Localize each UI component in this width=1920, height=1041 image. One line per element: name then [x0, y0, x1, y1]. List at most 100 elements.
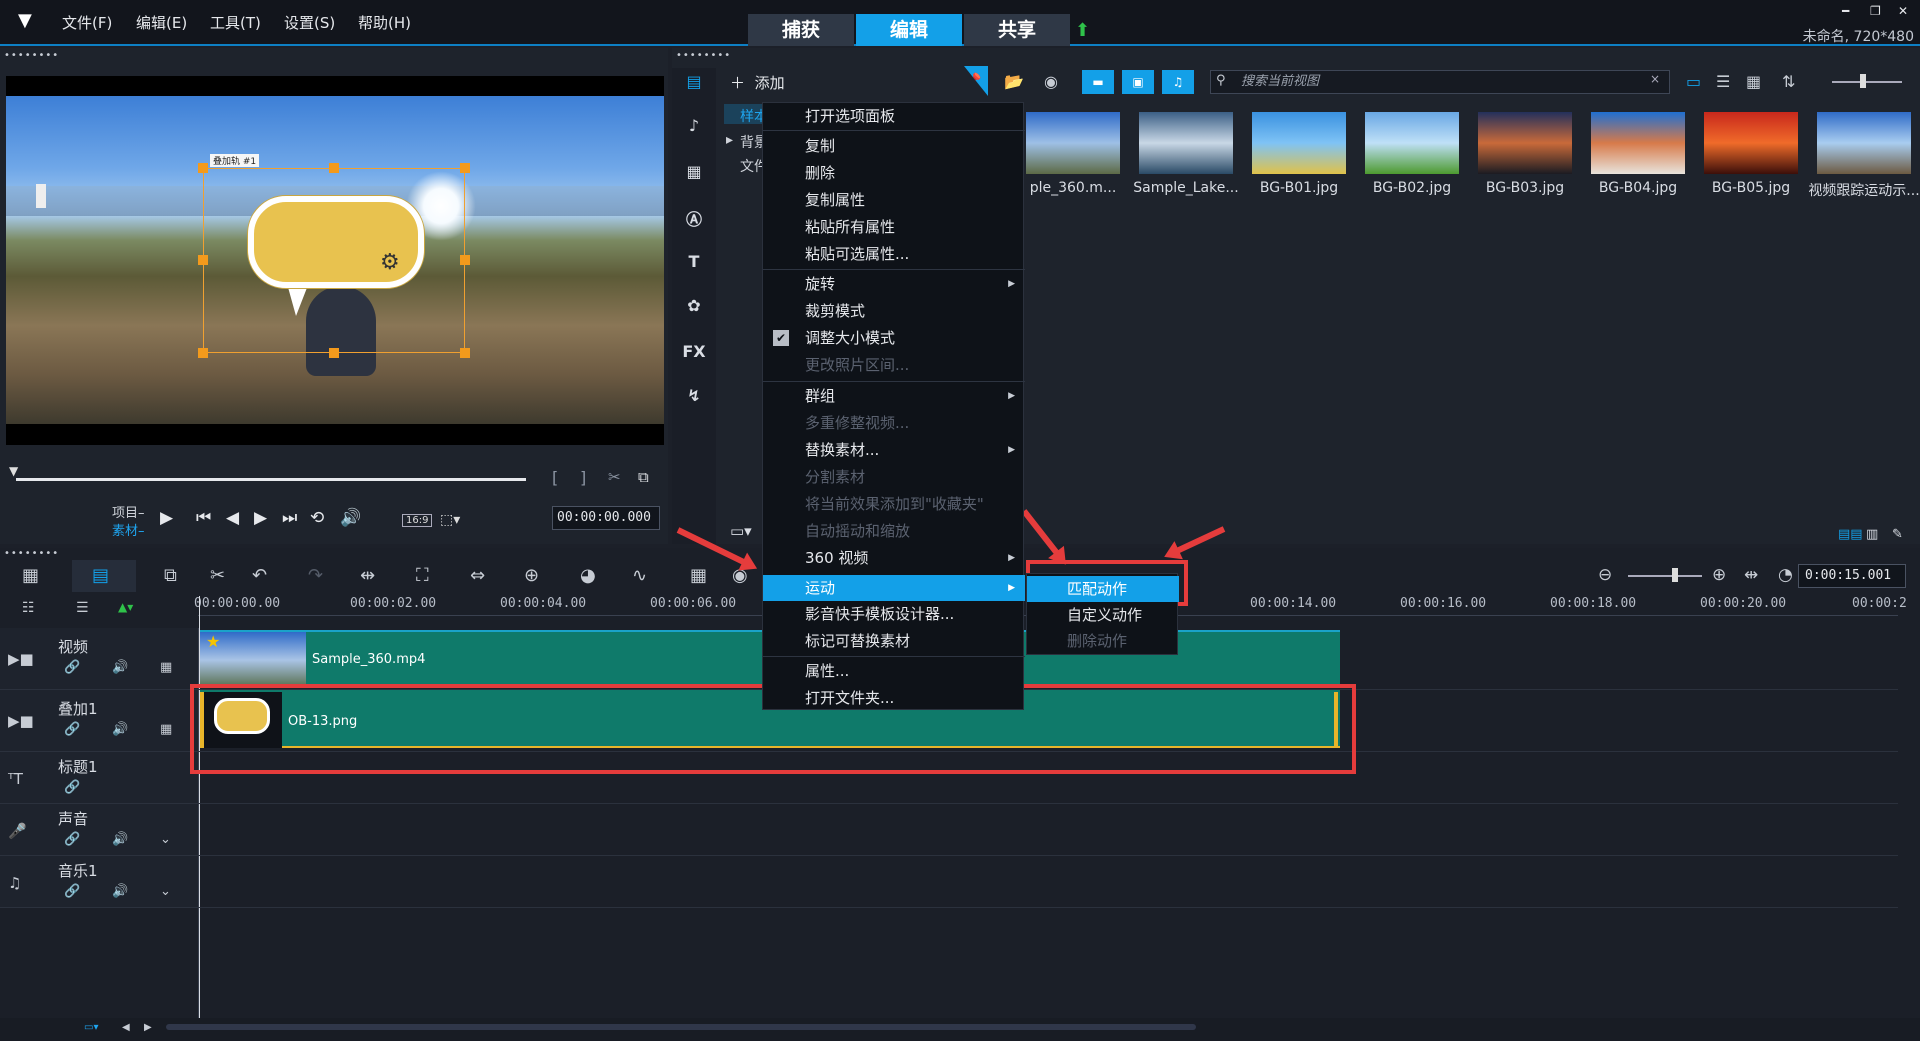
close-icon[interactable]: ✕	[1898, 4, 1908, 18]
timeline-zoom-slider[interactable]	[1628, 575, 1702, 577]
copy-icon[interactable]: ⧉	[164, 565, 177, 586]
menu-split-clip[interactable]: 分割素材	[763, 466, 1025, 488]
expand-icon[interactable]: ⌄	[160, 832, 171, 847]
menu-tools[interactable]: 工具(T)	[210, 12, 261, 33]
clip-mode-label[interactable]: 素材–	[112, 520, 145, 539]
mute-icon[interactable]: 🔊	[112, 884, 128, 899]
show-audio-toggle[interactable]: ♫	[1162, 70, 1194, 94]
timeline-timecode[interactable]: 0:00:15.001	[1798, 564, 1906, 588]
restore-icon[interactable]: ❐	[1870, 4, 1881, 18]
menu-delete[interactable]: 删除	[763, 162, 1025, 184]
go-end-icon[interactable]: ⏭	[282, 508, 297, 528]
mark-out-icon[interactable]: ]	[580, 468, 586, 487]
panel-grip-icon[interactable]: ••••••••	[676, 50, 731, 61]
title-icon[interactable]: T	[680, 252, 708, 271]
chapter-icon[interactable]: ☰	[76, 600, 89, 616]
menu-edit[interactable]: 编辑(E)	[136, 12, 187, 33]
prev-frame-icon[interactable]: ◀	[226, 508, 239, 528]
menu-properties[interactable]: 属性...	[763, 660, 1025, 682]
menu-rotate[interactable]: 旋转	[763, 273, 1025, 295]
mute-icon[interactable]: 🔊	[112, 660, 128, 675]
menu-auto-pan-zoom[interactable]: 自动摇动和缩放	[763, 520, 1025, 542]
fit-project-icon[interactable]: ⇹	[1744, 565, 1758, 585]
split-screen-icon[interactable]: ⇔	[470, 565, 485, 586]
menu-multi-trim[interactable]: 多重修整视频...	[763, 412, 1025, 434]
link-icon[interactable]: 🔗	[64, 660, 80, 675]
thumb-zoom-knob[interactable]	[1860, 74, 1866, 88]
audio-wave-icon[interactable]: ∿	[632, 565, 647, 586]
minimize-icon[interactable]: ━	[1842, 4, 1849, 18]
menu-copy[interactable]: 复制	[763, 135, 1025, 157]
tab-capture[interactable]: 捕获	[748, 14, 854, 46]
show-photo-toggle[interactable]: ▣	[1122, 70, 1154, 94]
redo-icon[interactable]: ↷	[308, 565, 323, 586]
menu-open-folder[interactable]: 打开文件夹...	[763, 687, 1025, 709]
track-manager-icon[interactable]: ☷	[22, 600, 35, 616]
expand-icon[interactable]: ⌄	[160, 884, 171, 899]
library-edit-icon[interactable]: ✎	[1892, 527, 1903, 542]
fit-icon[interactable]: ⇹	[360, 565, 375, 586]
storyboard-view-icon[interactable]: ▦	[22, 565, 39, 586]
resize-handle[interactable]	[460, 255, 470, 265]
link-icon[interactable]: 🔗	[64, 884, 80, 899]
menu-template-designer[interactable]: 影音快手模板设计器...	[763, 603, 1025, 625]
tree-expand-icon[interactable]: ▸	[726, 132, 733, 148]
media-icon[interactable]: ▤	[680, 72, 708, 91]
menu-replace-clip[interactable]: 替换素材...	[763, 439, 1025, 461]
ripple-icon[interactable]: ▲▾	[118, 600, 133, 614]
thumb-zoom-slider[interactable]	[1832, 81, 1902, 83]
scissors-icon[interactable]: ✂	[608, 468, 621, 486]
add-folder-button[interactable]: ＋ 添加	[730, 72, 785, 93]
scrubber-handle-icon[interactable]: ▼	[9, 464, 18, 478]
crop-icon[interactable]: ⛶	[416, 565, 429, 586]
thumbnail-view-icon[interactable]: ▦	[1746, 72, 1761, 91]
tab-edit[interactable]: 编辑	[856, 14, 962, 46]
preview-timecode[interactable]: 00:00:00.000	[552, 506, 660, 530]
resize-handle[interactable]	[460, 348, 470, 358]
menu-group[interactable]: 群组	[763, 385, 1025, 407]
copy-frame-icon[interactable]: ⧉	[638, 468, 649, 486]
mute-icon[interactable]: 🔊	[112, 832, 128, 847]
link-icon[interactable]: 🔗	[64, 722, 80, 737]
volume-icon[interactable]: 🔊	[340, 508, 361, 528]
mark-in-icon[interactable]: [	[552, 468, 558, 487]
mute-icon[interactable]: 🔊	[112, 722, 128, 737]
track-row-music[interactable]	[198, 856, 1898, 908]
menu-delete-motion[interactable]: 删除动作	[1027, 628, 1179, 654]
path-icon[interactable]: ↯	[680, 386, 708, 405]
scroll-left-icon[interactable]: ◀	[122, 1022, 130, 1033]
grid-icon[interactable]: ▦	[160, 722, 172, 737]
safe-area-icon[interactable]: ⬚▾	[440, 512, 460, 528]
aspect-ratio-button[interactable]: 16:9	[402, 514, 433, 527]
color-icon[interactable]: ◕	[580, 565, 596, 586]
menu-360-video[interactable]: 360 视频	[763, 547, 1025, 569]
zoom-out-icon[interactable]: ⊖	[1598, 565, 1612, 585]
graphics-icon[interactable]: Ⓐ	[680, 206, 708, 230]
timeline-zoom-knob[interactable]	[1672, 568, 1678, 582]
sort-icon[interactable]: ⇅	[1782, 72, 1795, 91]
list-view-large-icon[interactable]: ▭	[1686, 72, 1701, 91]
clear-search-icon[interactable]: ×	[1650, 72, 1660, 86]
menu-settings[interactable]: 设置(S)	[284, 12, 335, 33]
timeline-view-icon[interactable]: ▤	[92, 565, 109, 586]
library-thumbnail[interactable]	[1365, 112, 1459, 174]
library-thumbnail[interactable]	[1704, 112, 1798, 174]
motion-track-icon[interactable]: ⊕	[524, 565, 539, 586]
next-frame-icon[interactable]: ▶	[254, 508, 267, 528]
menu-motion[interactable]: 运动	[763, 575, 1025, 601]
undo-icon[interactable]: ↶	[252, 565, 267, 586]
library-thumbnail[interactable]	[1478, 112, 1572, 174]
capture-icon[interactable]: ◉	[1044, 72, 1058, 91]
menu-add-to-favorites[interactable]: 将当前效果添加到"收藏夹"	[763, 493, 1025, 515]
menu-copy-attributes[interactable]: 复制属性	[763, 189, 1025, 211]
link-icon[interactable]: 🔗	[64, 780, 80, 795]
library-thumbnail[interactable]	[1252, 112, 1346, 174]
menu-paste-selective-attributes[interactable]: 粘贴可选属性...	[763, 243, 1025, 265]
library-thumbnail[interactable]	[1026, 112, 1120, 174]
search-input[interactable]: 搜索当前视图	[1210, 70, 1670, 94]
list-view-icon[interactable]: ☰	[1716, 72, 1730, 91]
library-split-icon[interactable]: ▥	[1866, 527, 1878, 542]
multicam-icon[interactable]: ▦	[690, 565, 707, 586]
library-thumbnail[interactable]	[1139, 112, 1233, 174]
go-start-icon[interactable]: ⏮	[196, 508, 211, 528]
